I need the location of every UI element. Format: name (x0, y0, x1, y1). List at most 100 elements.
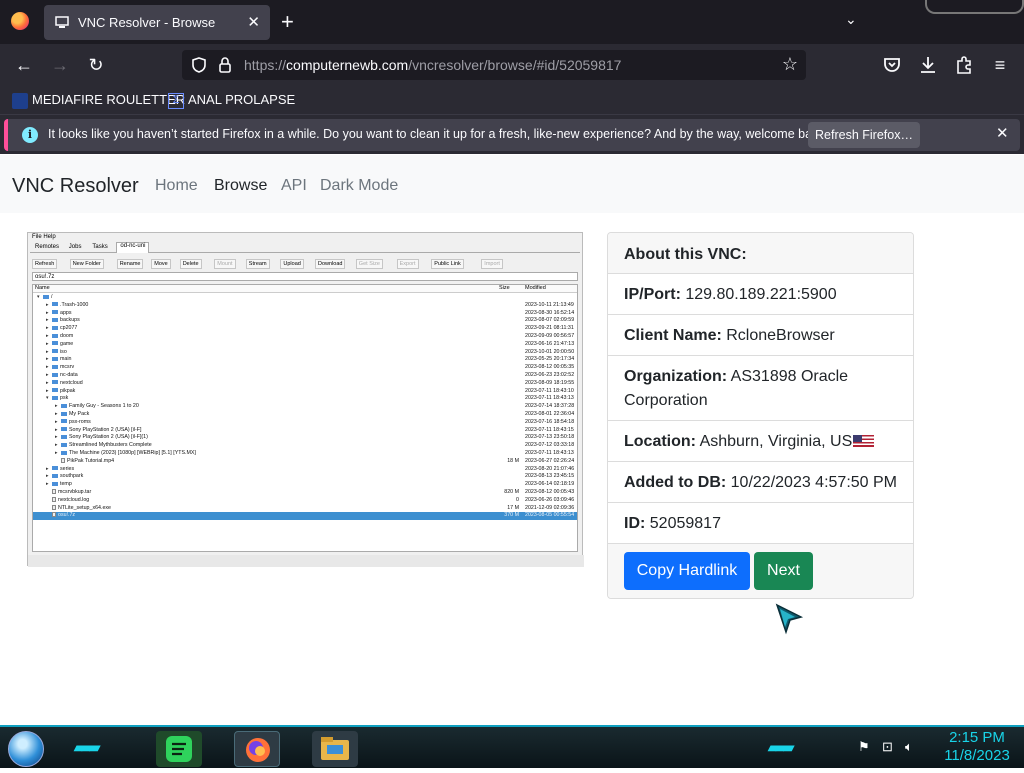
folder-icon (61, 403, 67, 408)
tracking-protection-shield-icon[interactable] (190, 56, 208, 74)
file-modified: 2023-07-14 18:37:28 (525, 403, 575, 410)
app-menu-icon[interactable]: ≡ (988, 53, 1012, 77)
file-modified: 2023-06-14 02:18:19 (525, 481, 575, 488)
nav-browse[interactable]: Browse (214, 177, 267, 195)
nav-dark-mode[interactable]: Dark Mode (320, 177, 398, 195)
folder-icon (52, 380, 58, 385)
action-center-flag-icon[interactable]: ⚑ (858, 739, 870, 755)
file-name: osu!.7z (58, 512, 76, 519)
screenshot-bottom-strip (28, 555, 584, 567)
folder-icon (52, 481, 58, 486)
card-title: About this VNC: (624, 246, 747, 263)
file-icon (61, 457, 65, 463)
screenshot-file-row: ▸ main 2023-05-25 20:17:34 (46, 356, 575, 363)
file-modified: 2023-08-05 00:55:54 (525, 512, 575, 519)
folder-icon (43, 294, 49, 299)
volume-icon[interactable]: 🔈︎ (905, 739, 913, 755)
lock-icon[interactable] (218, 56, 232, 74)
bookmark-mediafire-rouletter[interactable]: MEDIAFIRE ROULETTER (12, 91, 185, 109)
file-explorer-taskbar-icon[interactable] (312, 731, 358, 767)
browser-tab[interactable]: VNC Resolver - Browse ✕ (44, 5, 270, 40)
notification-close-icon[interactable]: ✕ (996, 124, 1009, 142)
list-all-tabs-icon[interactable]: ⌄ (845, 11, 857, 28)
field-organization: Organization: AS31898 Oracle Corporation (608, 356, 913, 421)
file-name: temp (60, 481, 72, 488)
forward-arrow-icon[interactable]: → (48, 53, 72, 77)
taskbar-decoration-right-icon: ▰▰▰ (768, 739, 794, 755)
file-name: / (51, 294, 53, 300)
folder-icon (52, 325, 58, 330)
folder-icon (52, 333, 58, 338)
file-name: NTLite_setup_x64.exe (58, 504, 112, 511)
browser-tab-bar: VNC Resolver - Browse ✕ + ⌄ (0, 0, 1024, 44)
screenshot-file-row: ▸ .Trash-1000 2023-10-11 21:13:49 (46, 301, 574, 308)
file-modified: 2023-06-26 03:09:46 (525, 496, 575, 503)
file-modified: 2021-12-09 02:09:36 (525, 504, 575, 511)
site-brand[interactable]: VNC Resolver (12, 175, 139, 198)
nav-home[interactable]: Home (155, 177, 198, 195)
window-controls[interactable] (925, 0, 1024, 14)
folder-icon (52, 372, 58, 377)
firefox-taskbar-icon[interactable] (234, 731, 280, 767)
url-bar[interactable]: https://computernewb.com/vncresolver/bro… (182, 50, 806, 80)
file-name: backups (60, 317, 80, 324)
site-navbar: VNC Resolver Home Browse API Dark Mode (0, 155, 1024, 213)
screenshot-file-row: ▸ southpark 2023-08-13 23:45:15 (46, 473, 575, 480)
screenshot-file-row: ▸ Streamlined Mythbusters Complete 2023-07… (55, 442, 575, 449)
screenshot-toolbar-button: Get Size (355, 259, 383, 269)
field-client-name: Client Name: RcloneBrowser (608, 315, 913, 356)
file-icon (52, 512, 56, 518)
start-button[interactable] (8, 731, 44, 767)
file-modified: 2023-08-09 18:19:55 (525, 379, 575, 386)
network-icon[interactable]: ⊡ (882, 739, 893, 755)
file-name: southpark (60, 473, 84, 480)
folder-icon (52, 302, 58, 307)
file-name: nextcloud (60, 379, 83, 386)
screenshot-toolbar-button: Move (151, 259, 171, 269)
taskbar-clock[interactable]: 2:15 PM 11/8/2023 (936, 729, 1018, 765)
screenshot-file-row: ▸ pikpak 2023-07-11 18:43:10 (46, 387, 574, 394)
file-modified: 2023-06-16 21:47:13 (525, 340, 575, 347)
file-modified: 2023-07-16 18:54:18 (525, 418, 575, 425)
copy-hardlink-button[interactable]: Copy Hardlink (624, 552, 750, 590)
file-name: psx-roms (69, 418, 91, 425)
bookmark-star-icon[interactable]: ☆ (782, 54, 798, 75)
vnc-screenshot: File Help Remotes Jobs Tasks od-nc-uni Refr… (27, 232, 584, 567)
screenshot-toolbar-button: Download (315, 259, 346, 269)
refresh-firefox-button[interactable]: Refresh Firefox… (808, 122, 920, 148)
pocket-icon[interactable] (880, 53, 904, 77)
field-added-to-db: Added to DB: 10/22/2023 4:57:50 PM (608, 462, 913, 503)
screenshot-file-row: ▸ iso 2023-10-01 20:00:50 (46, 348, 575, 355)
nav-api[interactable]: API (281, 177, 307, 195)
file-name: The Machine (2023) [1080p] [WEBRip] [5.1… (69, 450, 196, 456)
tab-close-icon[interactable]: ✕ (247, 13, 260, 31)
downloads-icon[interactable] (916, 53, 940, 77)
file-name: cp2077 (60, 325, 78, 332)
file-modified: 2023-08-13 23:45:15 (525, 473, 575, 480)
file-name: psk (60, 395, 69, 402)
field-id: ID: 52059817 (608, 503, 913, 544)
screenshot-file-row: ▸ apps 2023-08-30 16:52:14 (46, 309, 575, 316)
reload-icon[interactable]: ↻ (84, 53, 108, 77)
next-button[interactable]: Next (754, 552, 813, 590)
bookmark-anal-prolapse[interactable]: Σ ANAL PROLAPSE (168, 91, 295, 109)
firefox-view-icon[interactable] (11, 12, 29, 30)
file-modified: 2023-07-11 18:43:15 (525, 426, 574, 433)
file-size: 0 (516, 496, 519, 503)
back-arrow-icon[interactable]: ← (12, 53, 36, 77)
screenshot-file-row: ▸ mcsrv 2023-08-12 00:05:35 (46, 364, 575, 371)
file-name: Sony PlayStation 2 (USA) [il-F] (69, 426, 142, 433)
screenshot-tabs: Remotes Jobs Tasks od-nc-uni (30, 241, 580, 253)
spotify-taskbar-icon[interactable] (156, 731, 202, 767)
folder-icon (52, 317, 58, 322)
folder-icon (52, 364, 58, 369)
file-modified: 2023-08-20 21:07:46 (525, 465, 575, 472)
url-text[interactable]: https://computernewb.com/vncresolver/bro… (244, 57, 621, 73)
folder-icon (52, 341, 58, 346)
extensions-icon[interactable] (952, 53, 976, 77)
folder-icon (52, 473, 58, 478)
column-name: Name (35, 285, 50, 291)
new-tab-button[interactable]: + (281, 9, 294, 35)
column-modified: Modified (525, 285, 546, 291)
screenshot-file-row: ▸ Sony PlayStation 2 (USA) [il-F] 2023-07-… (55, 426, 574, 433)
